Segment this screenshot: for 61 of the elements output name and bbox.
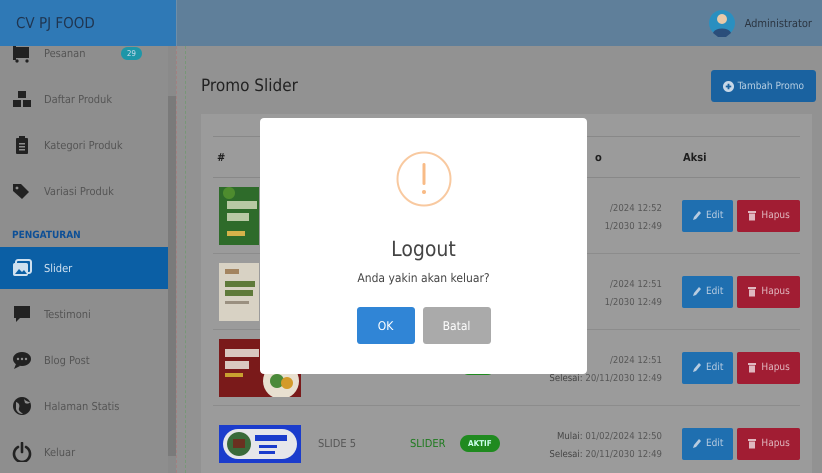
end-date: 1/2030 12:49 (604, 296, 662, 310)
menu-icon (12, 442, 32, 462)
pencil-icon (692, 362, 702, 373)
delete-button[interactable]: Hapus (737, 352, 800, 384)
column-header: # (217, 150, 226, 164)
end-date: Selesai: 20/11/2030 12:49 (549, 448, 662, 462)
brand-name: CV PJ FOOD (16, 14, 95, 32)
page-title: Promo Slider (201, 76, 298, 96)
sidebar-item[interactable]: Slider (0, 247, 168, 289)
sidebar-item[interactable]: Testimoni (0, 293, 168, 335)
sidebar-item[interactable]: Variasi Produk (0, 170, 168, 212)
trash-icon (747, 438, 758, 449)
slide-type: SLIDER (410, 437, 446, 450)
count-badge: 29 (120, 46, 142, 60)
menu-icon (12, 396, 32, 416)
edit-button[interactable]: Edit (682, 200, 734, 232)
sidebar-item[interactable]: Keluar (0, 431, 168, 473)
menu-icon (12, 304, 32, 324)
edit-button[interactable]: Edit (682, 428, 734, 460)
ok-button[interactable]: OK (356, 307, 414, 344)
menu-icon (12, 181, 32, 201)
warning-icon (396, 151, 452, 207)
menu-icon (12, 89, 32, 109)
sidebar-item[interactable]: Kategori Produk (0, 124, 168, 166)
dialog-message: Anda yakin akan keluar? (357, 271, 490, 285)
end-date: Selesai: 20/11/2030 12:49 (549, 372, 662, 386)
trash-icon (747, 286, 758, 297)
cancel-button[interactable]: Batal (422, 307, 490, 344)
end-date: 1/2030 12:49 (604, 220, 662, 234)
edit-button[interactable]: Edit (682, 352, 734, 384)
start-date: Mulai: 01/02/2024 12:50 (557, 430, 662, 444)
dialog-title: Logout (391, 237, 456, 261)
pencil-icon (692, 438, 702, 449)
menu-icon (12, 46, 32, 63)
start-date: /2024 12:51 (610, 354, 662, 368)
pencil-icon (692, 286, 702, 297)
slide-name: SLIDE 5 (318, 437, 356, 450)
avatar-icon (708, 9, 735, 37)
sidebar-item[interactable]: Pesanan 29 (0, 46, 168, 74)
start-date: /2024 12:52 (610, 202, 662, 216)
menu-icon (12, 350, 32, 370)
trash-icon (747, 362, 758, 373)
scrollbar-thumb[interactable] (168, 96, 176, 456)
sidebar-item[interactable]: Daftar Produk (0, 78, 168, 120)
sidebar-item[interactable]: Halaman Statis (0, 385, 168, 427)
trash-icon (747, 210, 758, 221)
column-header: o (594, 150, 602, 164)
pencil-icon (692, 210, 702, 221)
status-badge: AKTIF (460, 435, 500, 452)
sidebar-item[interactable]: Blog Post (0, 339, 168, 381)
delete-button[interactable]: Hapus (737, 276, 800, 308)
plus-icon (722, 80, 734, 92)
delete-button[interactable]: Hapus (737, 428, 800, 460)
delete-button[interactable]: Hapus (737, 200, 800, 232)
user-name[interactable]: Administrator (744, 16, 812, 30)
edit-button[interactable]: Edit (682, 276, 734, 308)
menu-icon (12, 258, 32, 278)
add-promo-button[interactable]: Tambah Promo (710, 70, 816, 102)
column-header: Aksi (683, 150, 707, 164)
section-label: PENGATURAN (11, 229, 82, 243)
start-date: /2024 12:51 (610, 278, 662, 292)
